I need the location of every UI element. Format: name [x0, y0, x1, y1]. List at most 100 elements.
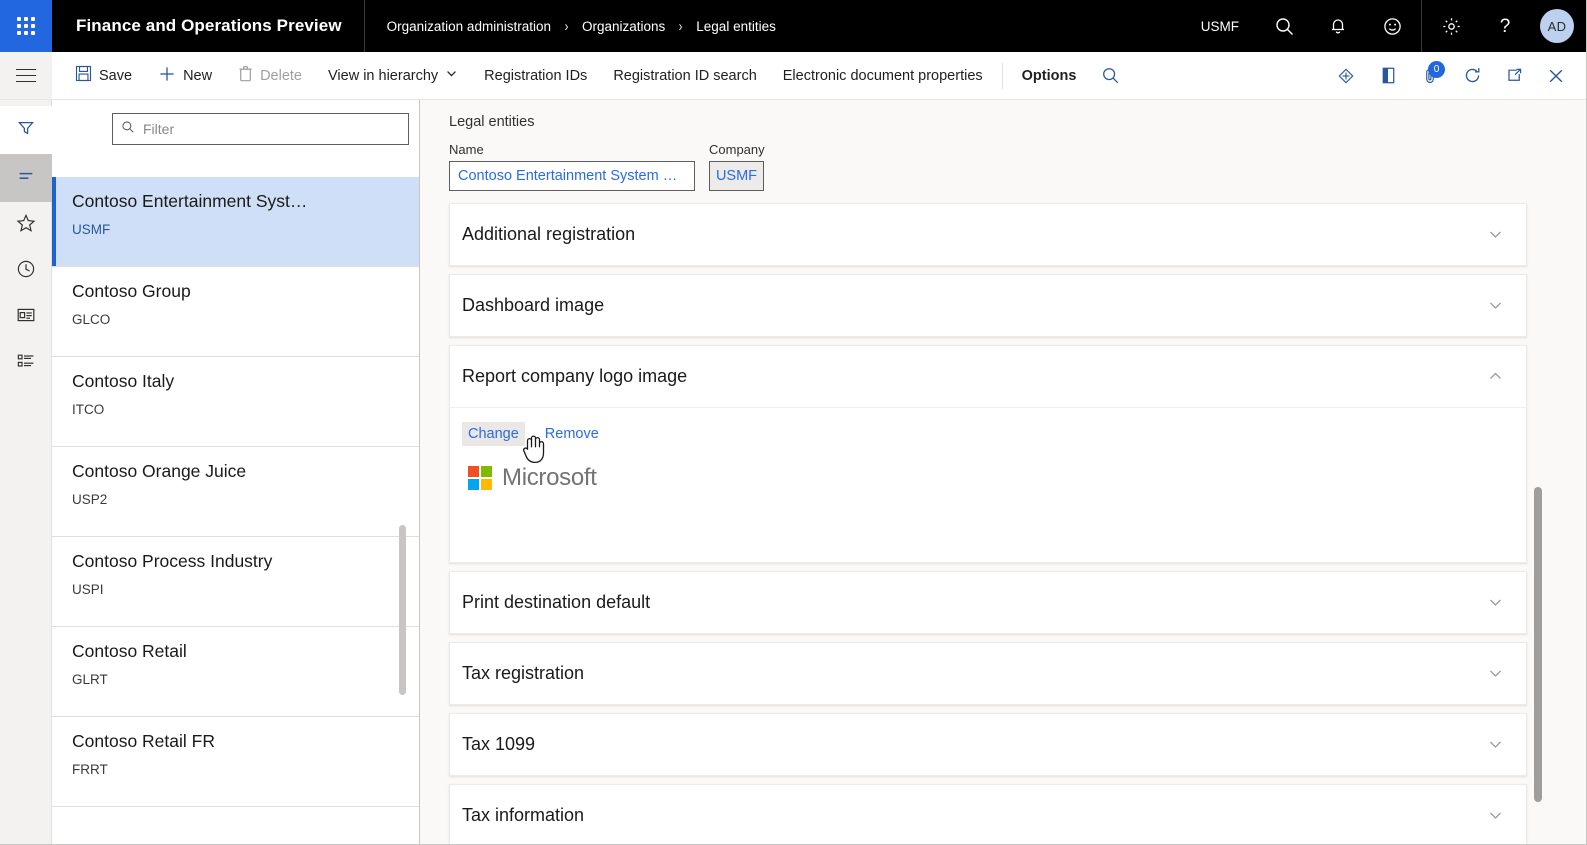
section-header[interactable]: Tax registration: [450, 643, 1526, 704]
recent-clock-icon[interactable]: [0, 246, 52, 292]
section-header[interactable]: Additional registration: [450, 204, 1526, 265]
section-card: Tax 1099: [449, 713, 1527, 776]
delete-button[interactable]: Delete: [225, 52, 315, 99]
filter-tab-button[interactable]: [0, 106, 52, 154]
electronic-document-properties-label: Electronic document properties: [782, 67, 983, 84]
command-bar-right-actions: 0: [1325, 52, 1587, 99]
legal-entities-list[interactable]: Contoso Entertainment Syst… USMF Contoso G…: [52, 158, 420, 845]
settings-gear-icon[interactable]: [1424, 0, 1478, 52]
list-item-name: Contoso Orange Juice: [72, 461, 247, 481]
feedback-smiley-icon[interactable]: [1365, 0, 1419, 52]
name-field[interactable]: Contoso Entertainment System …: [449, 161, 695, 191]
hamburger-menu-icon[interactable]: [0, 52, 52, 99]
registration-id-search-button[interactable]: Registration ID search: [600, 52, 769, 99]
remove-logo-button[interactable]: Remove: [539, 422, 605, 446]
list-item[interactable]: [52, 807, 419, 845]
notifications-bell-icon[interactable]: [1311, 0, 1365, 52]
breadcrumb-item-2[interactable]: Legal entities: [696, 19, 776, 34]
breadcrumb-item-0[interactable]: Organization administration: [387, 19, 551, 34]
change-logo-button[interactable]: Change: [462, 422, 525, 446]
popout-icon[interactable]: [1493, 52, 1535, 99]
list-item-name: Contoso Italy: [72, 371, 175, 391]
section-header[interactable]: Tax information: [450, 785, 1526, 845]
office-app-icon[interactable]: [1367, 52, 1409, 99]
chevron-down-icon[interactable]: [1487, 736, 1504, 753]
list-item[interactable]: Contoso Retail GLRT: [52, 627, 419, 717]
search-input[interactable]: [143, 121, 400, 137]
delete-label: Delete: [260, 67, 302, 84]
app-launcher-button[interactable]: [0, 0, 52, 52]
chevron-down-icon[interactable]: [1487, 807, 1504, 824]
main-scrollbar-thumb[interactable]: [1534, 487, 1542, 802]
list-item[interactable]: Contoso Retail FR FRRT: [52, 717, 419, 807]
chevron-down-icon: [445, 67, 458, 84]
chevron-down-icon[interactable]: [1487, 297, 1504, 314]
section-title: Report company logo image: [462, 366, 688, 386]
list-blank-row: [52, 158, 419, 177]
section-header[interactable]: Tax 1099: [450, 714, 1526, 775]
main-header: Legal entities Name Contoso Entertainmen…: [420, 100, 1587, 191]
list-item[interactable]: Contoso Orange Juice USP2: [52, 447, 419, 537]
section-header[interactable]: Dashboard image: [450, 275, 1526, 336]
list-scrollbar-thumb[interactable]: [399, 525, 406, 695]
registration-ids-button[interactable]: Registration IDs: [471, 52, 600, 99]
search-icon[interactable]: [1257, 0, 1311, 52]
breadcrumb: Organization administration › Organizati…: [365, 18, 776, 35]
filter-input-wrapper[interactable]: [112, 113, 409, 145]
section-card: Tax registration: [449, 642, 1527, 705]
favorites-star-icon[interactable]: [0, 200, 52, 246]
list-item[interactable]: Contoso Entertainment Syst… USMF: [52, 177, 419, 267]
electronic-document-properties-button[interactable]: Electronic document properties: [770, 52, 996, 99]
save-label: Save: [99, 67, 133, 84]
save-button[interactable]: Save: [62, 52, 145, 99]
list-item-code: GLCO: [72, 311, 111, 327]
list-item-name: Contoso Process Industry: [72, 551, 273, 571]
close-icon[interactable]: [1535, 52, 1577, 99]
header-fields: Name Contoso Entertainment System … Comp…: [449, 142, 1587, 191]
grouping-tab-button[interactable]: [0, 154, 52, 202]
company-logo-preview: Microsoft: [462, 464, 1514, 492]
new-button[interactable]: New: [145, 52, 225, 99]
refresh-icon[interactable]: [1451, 52, 1493, 99]
list-item[interactable]: Contoso Group GLCO: [52, 267, 419, 357]
chevron-up-icon[interactable]: [1487, 368, 1504, 385]
chevron-down-icon[interactable]: [1487, 665, 1504, 682]
waffle-grid-icon: [17, 17, 35, 35]
list-item[interactable]: Contoso Process Industry USPI: [52, 537, 419, 627]
section-header[interactable]: Report company logo image: [450, 346, 1526, 407]
section-card: Report company logo image Change Remove Mic…: [449, 345, 1527, 563]
plus-icon: [158, 65, 176, 87]
workspaces-icon[interactable]: [0, 292, 52, 338]
name-label: Name: [449, 142, 484, 157]
help-question-icon[interactable]: ?: [1478, 0, 1532, 52]
diamond-badge-icon[interactable]: [1325, 52, 1367, 99]
section-title: Dashboard image: [462, 295, 605, 315]
list-item-name: Contoso Group: [72, 281, 191, 301]
topbar-right-actions: USMF ? AD: [1183, 0, 1587, 52]
chevron-down-icon[interactable]: [1487, 594, 1504, 611]
logo-actions: Change Remove: [462, 422, 1514, 464]
list-item-name: Contoso Entertainment Syst…: [72, 191, 308, 211]
list-side-tabs: [0, 100, 52, 202]
attachment-count-badge: 0: [1428, 61, 1445, 78]
trash-icon: [238, 65, 253, 86]
company-logo-text: Microsoft: [502, 464, 597, 491]
breadcrumb-separator-icon: ›: [564, 17, 569, 35]
search-icon: [121, 120, 135, 139]
new-label: New: [183, 67, 213, 84]
company-selector[interactable]: USMF: [1183, 19, 1257, 34]
options-button[interactable]: Options: [1009, 52, 1090, 99]
avatar[interactable]: AD: [1540, 9, 1574, 43]
list-item-code: GLRT: [72, 671, 108, 687]
list-item[interactable]: Contoso Italy ITCO: [52, 357, 419, 447]
company-label: Company: [709, 142, 765, 157]
list-item-name: Contoso Retail FR: [72, 731, 215, 751]
nav-divider: [1421, 0, 1422, 52]
modules-list-icon[interactable]: [0, 338, 52, 384]
breadcrumb-item-1[interactable]: Organizations: [582, 19, 665, 34]
chevron-down-icon[interactable]: [1487, 226, 1504, 243]
view-in-hierarchy-button[interactable]: View in hierarchy: [315, 52, 471, 99]
search-icon[interactable]: [1089, 52, 1131, 99]
attachments-icon[interactable]: 0: [1409, 52, 1451, 99]
section-header[interactable]: Print destination default: [450, 572, 1526, 633]
